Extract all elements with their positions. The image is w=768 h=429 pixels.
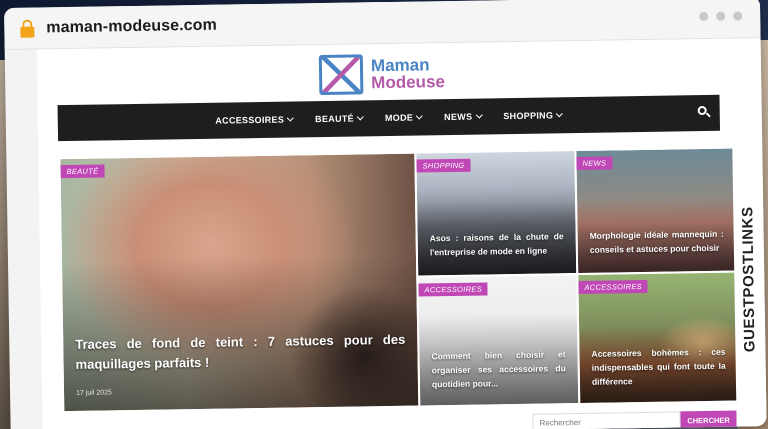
category-badge[interactable]: NEWS — [576, 156, 613, 171]
side-brand-banner: GUESTPOSTLINKS — [730, 38, 767, 429]
main-nav: ACCESSOIRES BEAUTÉ MODE NEWS SHOPPING — [57, 94, 721, 142]
featured-card-main[interactable]: BEAUTÉ Traces de fond de teint : 7 astuc… — [60, 153, 419, 412]
window-controls — [699, 11, 743, 22]
side-brand-text: GUESTPOSTLINKS — [739, 206, 759, 353]
card-title[interactable]: Accessoires bohèmes : ces indispensables… — [591, 345, 726, 389]
featured-card[interactable]: ACCESSOIRES Accessoires bohèmes : ces in… — [578, 272, 739, 403]
nav-item-label: ACCESSOIRES — [215, 114, 285, 126]
card-title[interactable]: Asos : raisons de la chute de l'entrepri… — [430, 229, 564, 259]
category-badge[interactable]: ACCESSOIRES — [418, 282, 489, 297]
card-title[interactable]: Comment bien choisir et organiser ses ac… — [431, 347, 566, 391]
chevron-down-icon — [416, 112, 424, 120]
card-title[interactable]: Traces de fond de teint : 7 astuces pour… — [75, 330, 406, 375]
chevron-down-icon — [356, 113, 364, 121]
window-dot-icon[interactable] — [733, 11, 743, 21]
logo-mark-icon — [318, 54, 364, 96]
featured-card[interactable]: SHOPPING Asos : raisons de la chute de l… — [416, 151, 577, 276]
chevron-down-icon — [475, 111, 483, 119]
category-badge[interactable]: BEAUTÉ — [60, 164, 105, 179]
nav-item-accessoires[interactable]: ACCESSOIRES — [215, 114, 295, 126]
nav-item-news[interactable]: NEWS — [444, 111, 483, 123]
chevron-down-icon — [556, 110, 564, 118]
card-date: 17 juil 2025 — [76, 389, 112, 397]
nav-item-label: BEAUTÉ — [315, 113, 355, 125]
lock-icon — [20, 19, 35, 38]
search-input[interactable] — [532, 411, 681, 429]
nav-item-beaute[interactable]: BEAUTÉ — [315, 113, 364, 125]
window-dot-icon[interactable] — [716, 11, 726, 21]
featured-card[interactable]: ACCESSOIRES Comment bien choisir et orga… — [418, 275, 579, 406]
nav-item-label: NEWS — [444, 111, 473, 123]
web-page: Maman Modeuse ACCESSOIRES BEAUTÉ MODE NE… — [36, 38, 739, 429]
nav-item-shopping[interactable]: SHOPPING — [503, 110, 564, 122]
search-button[interactable]: CHERCHER — [680, 410, 737, 429]
search-icon[interactable] — [697, 105, 711, 118]
nav-item-label: SHOPPING — [503, 110, 554, 122]
nav-item-label: MODE — [384, 112, 414, 124]
category-badge[interactable]: SHOPPING — [416, 158, 471, 173]
nav-item-mode[interactable]: MODE — [384, 112, 424, 124]
logo-text-line2: Modeuse — [371, 72, 446, 93]
sidebar-search: CHERCHER — [532, 410, 737, 429]
chevron-down-icon — [287, 114, 295, 122]
address-bar-url[interactable]: maman-modeuse.com — [46, 16, 217, 37]
browser-window: maman-modeuse.com Maman Modeuse ACCESSOI… — [4, 0, 767, 429]
site-logo[interactable]: Maman Modeuse — [318, 53, 446, 96]
featured-card[interactable]: NEWS Morphologie idéale mannequin : cons… — [576, 148, 737, 274]
featured-grid: BEAUTÉ Traces de fond de teint : 7 astuc… — [60, 148, 739, 412]
window-dot-icon[interactable] — [699, 11, 709, 22]
category-badge[interactable]: ACCESSOIRES — [578, 279, 649, 295]
card-title[interactable]: Morphologie idéale mannequin : conseils … — [590, 227, 724, 257]
